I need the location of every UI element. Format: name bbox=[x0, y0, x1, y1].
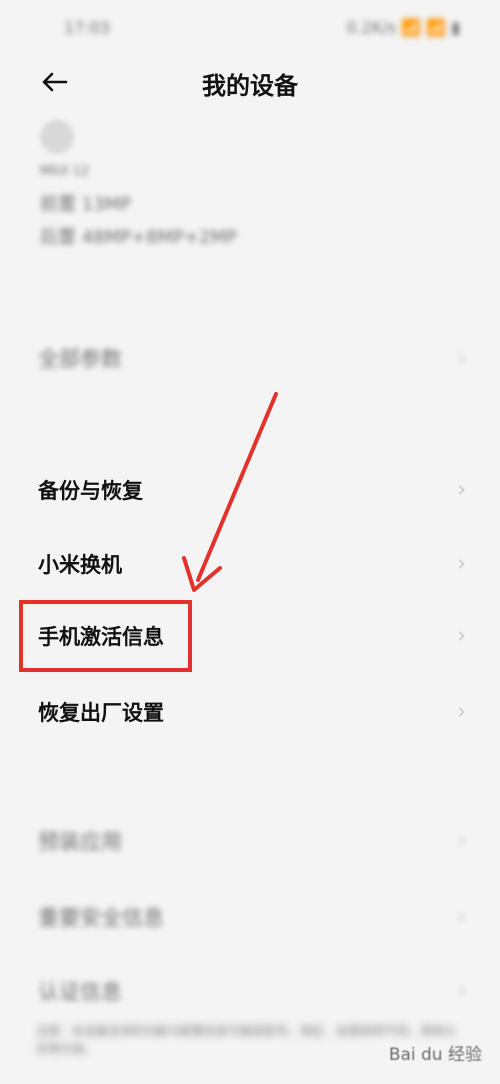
chevron-right-icon: › bbox=[457, 828, 466, 854]
rear-camera-spec: 后置 48MP+8MP+2MP bbox=[40, 227, 237, 248]
chevron-right-icon: › bbox=[457, 978, 466, 1004]
list-item-label: 认证信息 bbox=[38, 980, 122, 1004]
list-item-label: 小米换机 bbox=[38, 553, 122, 577]
baidu-watermark: Bai du 经验 bbox=[388, 1045, 482, 1065]
chevron-right-icon: › bbox=[457, 345, 466, 371]
list-item-label: 重要安全信息 bbox=[38, 906, 164, 930]
status-time: 17:03 bbox=[64, 18, 111, 37]
highlight-box bbox=[19, 600, 192, 672]
list-item-label: 恢复出厂设置 bbox=[38, 701, 164, 725]
list-item-factory-reset[interactable]: 恢复出厂设置 › bbox=[0, 677, 500, 747]
chevron-right-icon: › bbox=[457, 623, 466, 649]
front-camera-spec: 前置 13MP bbox=[40, 194, 132, 215]
chevron-right-icon: › bbox=[457, 551, 466, 577]
list-item-label: 备份与恢复 bbox=[38, 479, 143, 503]
list-item-label: 全部参数 bbox=[38, 347, 122, 371]
list-item-label: 预装应用 bbox=[38, 830, 122, 854]
list-item-certification[interactable]: 认证信息 › bbox=[0, 956, 500, 1026]
chevron-right-icon: › bbox=[457, 477, 466, 503]
list-item-preinstalled-apps[interactable]: 预装应用 › bbox=[0, 806, 500, 876]
device-logo-icon bbox=[40, 120, 74, 154]
list-item-all-params[interactable]: 全部参数 › bbox=[0, 323, 500, 393]
device-os-label: MIUI 12 bbox=[40, 164, 90, 179]
annotation-arrow-icon bbox=[182, 392, 278, 592]
status-indicators: 0.2K/s 📶 📶 ▮ bbox=[346, 18, 460, 37]
chevron-right-icon: › bbox=[457, 699, 466, 725]
chevron-right-icon: › bbox=[457, 904, 466, 930]
list-item-safety-info[interactable]: 重要安全信息 › bbox=[0, 882, 500, 952]
page-title: 我的设备 bbox=[202, 72, 298, 100]
